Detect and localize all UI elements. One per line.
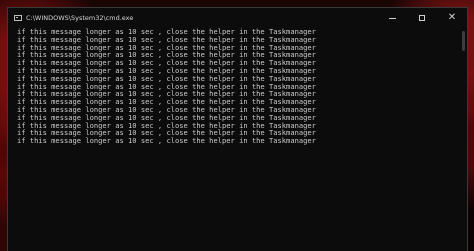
window-title: C:\WINDOWS\System32\cmd.exe [26, 14, 134, 22]
console-output[interactable]: if this message longer as 10 sec , close… [17, 28, 457, 251]
close-icon: ✕ [447, 12, 457, 23]
terminal-icon [14, 15, 22, 21]
maximize-button[interactable] [407, 8, 437, 28]
maximize-icon [419, 15, 425, 21]
window-controls: ✕ [377, 8, 467, 28]
minimize-icon [388, 17, 396, 19]
scrollbar-thumb[interactable] [462, 31, 465, 51]
console-line: if this message longer as 10 sec , close… [17, 136, 316, 146]
cmd-window: C:\WINDOWS\System32\cmd.exe ✕ if this me… [7, 7, 468, 251]
close-button[interactable]: ✕ [437, 8, 467, 28]
minimize-button[interactable] [377, 8, 407, 28]
title-bar[interactable]: C:\WINDOWS\System32\cmd.exe ✕ [8, 8, 467, 28]
